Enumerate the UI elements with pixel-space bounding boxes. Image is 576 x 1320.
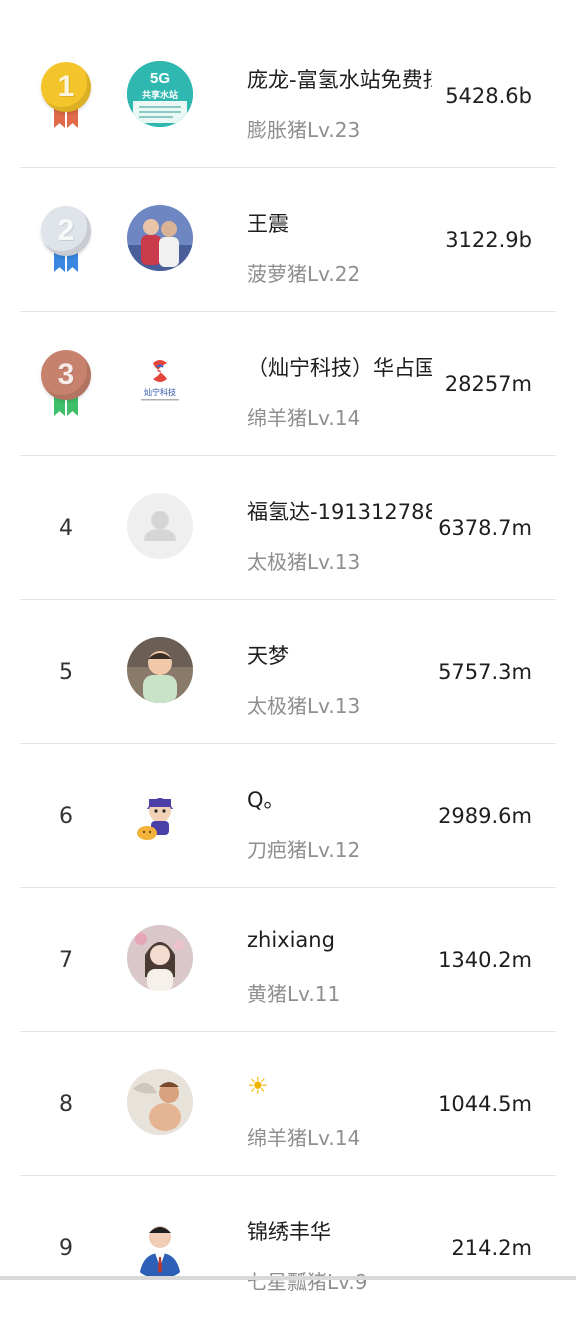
rank-number: 6 xyxy=(59,803,73,829)
player-name: 锦绣丰华 xyxy=(247,1220,331,1244)
score-value: 1340.2m xyxy=(438,948,532,972)
leaderboard-row[interactable]: 4 福氢达-19131278888 太极猪Lv.13 6378.7m xyxy=(0,456,576,600)
rank-number: 2 xyxy=(57,214,75,247)
avatar[interactable]: 灿宁科技 xyxy=(127,349,193,415)
rank-cell: 7 xyxy=(24,888,108,1032)
score-value: 5757.3m xyxy=(438,660,532,684)
player-name: Q。 xyxy=(247,788,285,812)
leaderboard-row[interactable]: 8 ☀ 绵羊猪Lv.14 1044.5m xyxy=(0,1032,576,1176)
player-name: zhixiang xyxy=(247,928,335,952)
leaderboard-row[interactable]: 9 锦绣丰华 七星瓢猪Lv.9 214.2m xyxy=(0,1176,576,1320)
player-level: 绵羊猪Lv.14 xyxy=(247,1126,361,1150)
player-level: 太极猪Lv.13 xyxy=(247,550,361,574)
rank-cell: 4 xyxy=(24,456,108,600)
player-name: 王震 xyxy=(247,212,289,236)
rank-cell: 2 xyxy=(24,168,108,312)
score-value: 214.2m xyxy=(451,1236,532,1260)
rank-cell: 5 xyxy=(24,600,108,744)
score-value: 1044.5m xyxy=(438,1092,532,1116)
avatar[interactable] xyxy=(127,1213,193,1279)
avatar-logo-text: 灿宁科技 xyxy=(144,387,176,397)
player-level: 七星瓢猪Lv.9 xyxy=(247,1270,368,1294)
player-name: 庞龙-富氢水站免费扫 xyxy=(247,68,432,92)
score-value: 3122.9b xyxy=(445,228,532,252)
rank-number: 5 xyxy=(59,659,73,685)
gold-medal-icon: 1 xyxy=(38,56,94,136)
score-value: 5428.6b xyxy=(445,84,532,108)
rank-cell: 8 xyxy=(24,1032,108,1176)
avatar-logo-subtext: 共享水站 xyxy=(142,89,178,101)
leaderboard-row[interactable]: 6 Q。 刀疤猪Lv.12 2989.6m xyxy=(0,744,576,888)
avatar[interactable] xyxy=(127,205,193,271)
player-name: （灿宁科技）华占国 xyxy=(247,356,432,380)
leaderboard-row[interactable]: 5 天梦 太极猪Lv.13 5757.3m xyxy=(0,600,576,744)
rank-cell: 3 xyxy=(24,312,108,456)
rank-cell: 1 xyxy=(24,24,108,168)
player-level: 太极猪Lv.13 xyxy=(247,694,361,718)
rank-number: 7 xyxy=(59,947,73,973)
avatar-logo-text: 5G xyxy=(150,70,170,87)
bronze-medal-icon: 3 xyxy=(38,344,94,424)
leaderboard-row[interactable]: 3 灿宁科技 （灿宁科技）华占国 绵羊猪Lv.14 28257m xyxy=(0,312,576,456)
player-level: 菠萝猪Lv.22 xyxy=(247,262,361,286)
rank-number: 1 xyxy=(57,70,75,103)
player-level: 黄猪Lv.11 xyxy=(247,982,341,1006)
player-name: 天梦 xyxy=(247,644,289,668)
avatar[interactable] xyxy=(127,1069,193,1135)
score-value: 28257m xyxy=(444,372,532,396)
avatar[interactable] xyxy=(127,493,193,559)
avatar[interactable] xyxy=(127,781,193,847)
sun-icon: ☀ xyxy=(247,1072,269,1100)
rank-number: 3 xyxy=(57,358,75,391)
rank-number: 8 xyxy=(59,1091,73,1117)
silver-medal-icon: 2 xyxy=(38,200,94,280)
avatar[interactable] xyxy=(127,925,193,991)
avatar[interactable]: 5G 共享水站 xyxy=(127,61,193,127)
leaderboard-list: 1 5G 共享水站 庞龙-富氢水站免费扫 膨胀猪Lv.23 5428.6b 2 xyxy=(0,24,576,1320)
leaderboard-row[interactable]: 1 5G 共享水站 庞龙-富氢水站免费扫 膨胀猪Lv.23 5428.6b xyxy=(0,24,576,168)
leaderboard-row[interactable]: 7 zhixiang 黄猪Lv.11 1340.2m xyxy=(0,888,576,1032)
default-user-icon xyxy=(127,493,193,559)
rank-cell: 9 xyxy=(24,1176,108,1320)
player-name: 福氢达-19131278888 xyxy=(247,500,432,524)
leaderboard-row[interactable]: 2 王震 菠萝猪Lv.22 3122.9b xyxy=(0,168,576,312)
bottom-scroll-edge xyxy=(0,1276,576,1280)
rank-cell: 6 xyxy=(24,744,108,888)
score-value: 2989.6m xyxy=(438,804,532,828)
rank-number: 4 xyxy=(59,515,73,541)
avatar[interactable] xyxy=(127,637,193,703)
player-level: 刀疤猪Lv.12 xyxy=(247,838,361,862)
player-level: 膨胀猪Lv.23 xyxy=(247,118,361,142)
player-level: 绵羊猪Lv.14 xyxy=(247,406,361,430)
score-value: 6378.7m xyxy=(438,516,532,540)
rank-number: 9 xyxy=(59,1235,73,1261)
